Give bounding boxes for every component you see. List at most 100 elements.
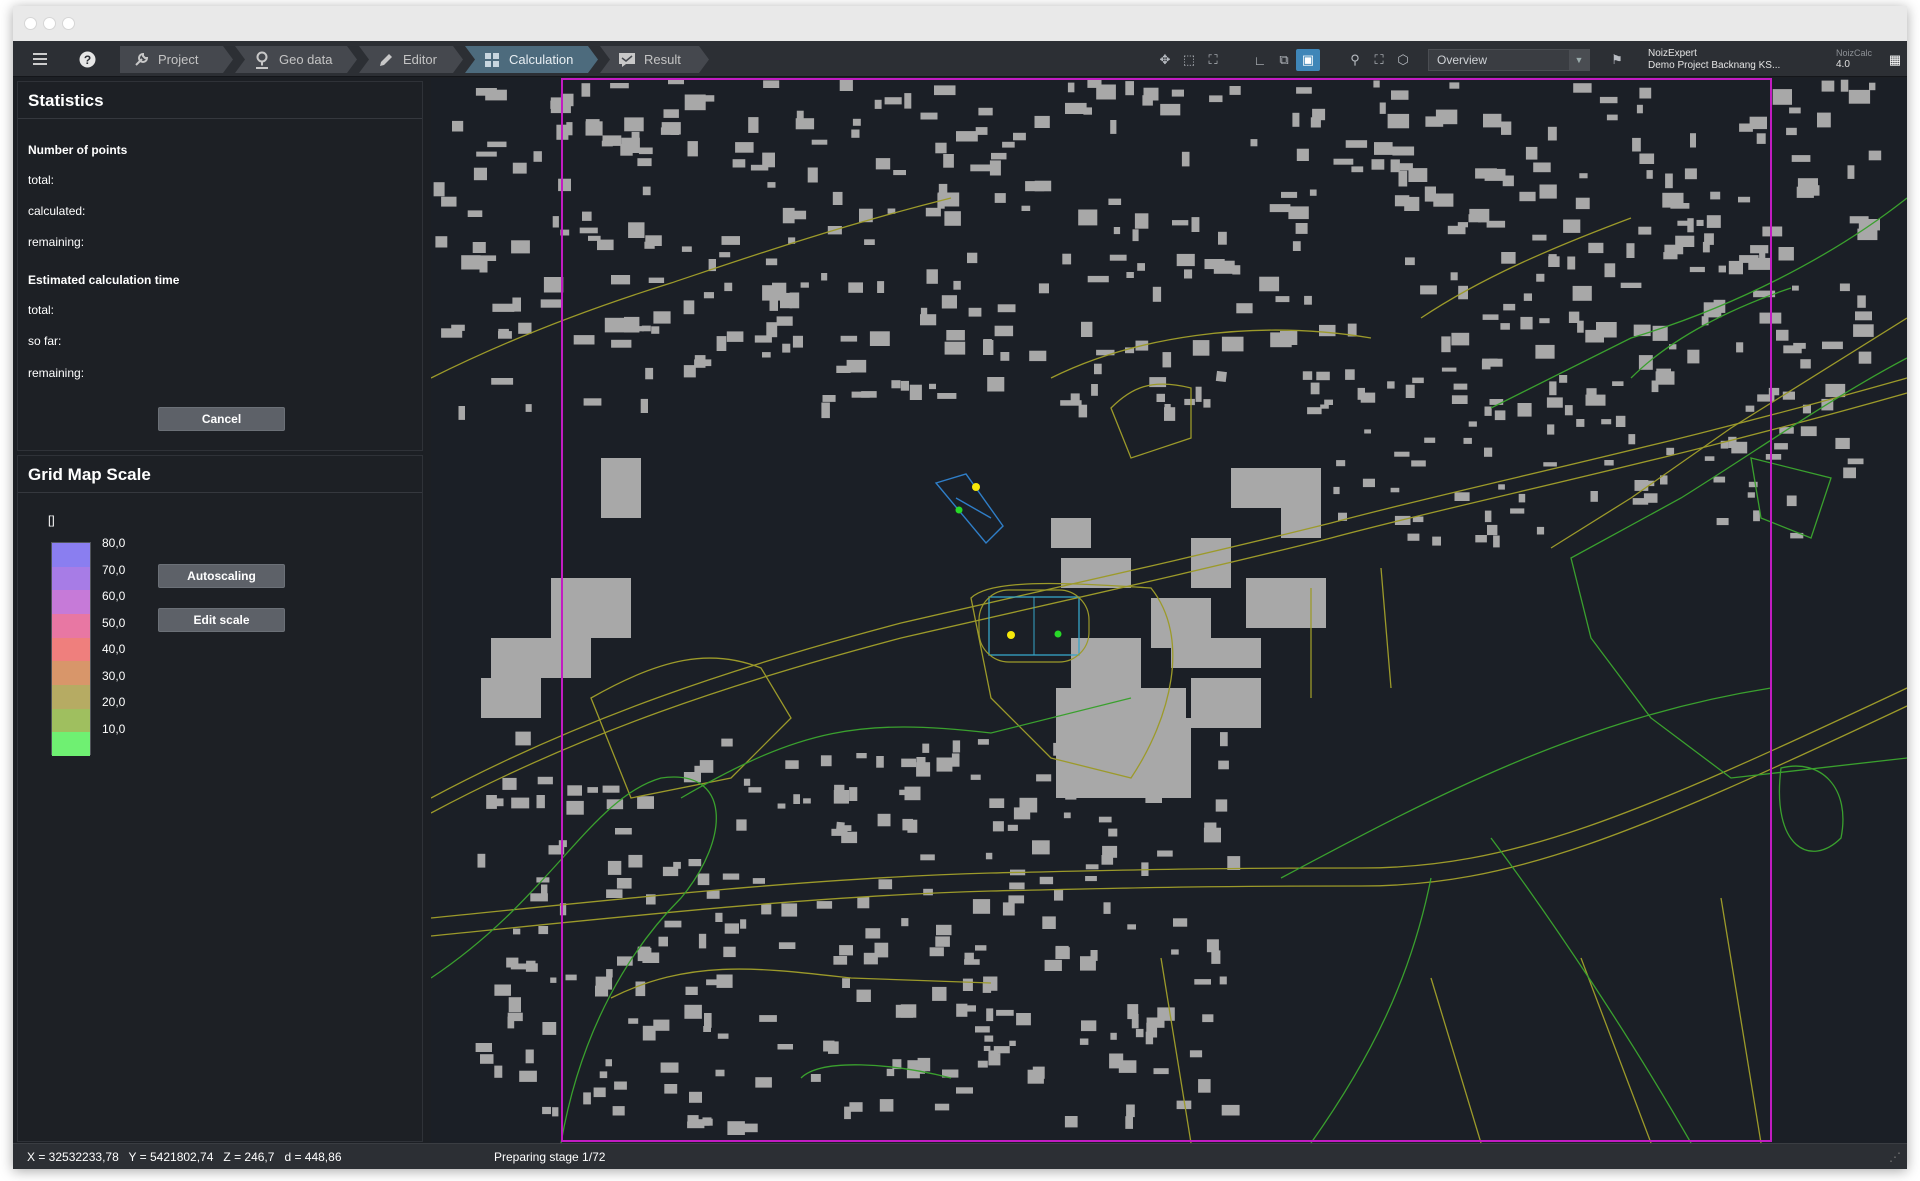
building-footprint bbox=[458, 406, 465, 420]
help-button[interactable]: ? bbox=[74, 45, 100, 73]
building-footprint bbox=[1374, 142, 1393, 155]
building-footprint bbox=[697, 873, 710, 886]
building-footprint bbox=[832, 191, 843, 205]
building-footprint bbox=[579, 227, 598, 234]
building-footprint bbox=[610, 83, 629, 89]
points-total-label: total: bbox=[28, 173, 55, 187]
building-footprint bbox=[1638, 355, 1653, 370]
receiver-point[interactable] bbox=[1007, 631, 1015, 639]
tab-geo-data[interactable]: Geo data bbox=[235, 46, 357, 73]
building-footprint bbox=[684, 1004, 702, 1019]
tab-calculation-label: Calculation bbox=[509, 52, 574, 67]
building-footprint bbox=[1451, 332, 1470, 346]
cancel-button[interactable]: Cancel bbox=[158, 407, 285, 431]
building-footprint bbox=[1078, 404, 1088, 418]
building-footprint bbox=[1103, 902, 1111, 914]
tab-result[interactable]: Result bbox=[600, 46, 709, 73]
building-footprint bbox=[1296, 87, 1312, 94]
building-footprint bbox=[877, 813, 891, 827]
tab-project[interactable]: Project bbox=[120, 46, 233, 73]
building-footprint bbox=[1843, 467, 1856, 479]
building-footprint bbox=[1184, 269, 1193, 279]
layers-icon: ⧉ bbox=[1279, 52, 1289, 67]
map-canvas[interactable] bbox=[431, 78, 1907, 1143]
source-point[interactable] bbox=[1054, 630, 1062, 638]
building-footprint bbox=[785, 760, 799, 769]
building-footprint bbox=[1215, 799, 1228, 812]
question-circle-icon: ? bbox=[79, 51, 95, 67]
time-remaining-label: remaining: bbox=[28, 366, 85, 380]
edit-scale-button[interactable]: Edit scale bbox=[158, 608, 285, 632]
layers-button[interactable]: ⧉ bbox=[1272, 49, 1296, 71]
building-footprint bbox=[1762, 226, 1783, 237]
zoom-region-button[interactable]: ⛶ bbox=[1201, 49, 1225, 71]
building-footprint bbox=[1060, 400, 1082, 406]
building-footprint bbox=[1110, 1032, 1117, 1040]
hamburger-menu-button[interactable] bbox=[27, 45, 53, 73]
building-footprint bbox=[1855, 311, 1872, 321]
scale-unit: [] bbox=[48, 513, 55, 527]
building-footprint bbox=[1782, 391, 1795, 400]
grid-map-toggle[interactable]: ▣ bbox=[1296, 49, 1320, 71]
select-button[interactable]: ⬚ bbox=[1177, 49, 1201, 71]
building-footprint bbox=[723, 946, 736, 958]
3d-view-button[interactable]: ⬡ bbox=[1391, 49, 1415, 71]
scale-color-segment bbox=[52, 590, 90, 614]
view-select[interactable]: Overview ▼ bbox=[1428, 49, 1590, 71]
pan-button[interactable]: ✥ bbox=[1153, 49, 1177, 71]
layout-button[interactable]: ▦ bbox=[1883, 49, 1907, 71]
zoom-button[interactable]: ⚲ bbox=[1343, 49, 1367, 71]
building-footprint bbox=[1085, 876, 1097, 882]
source-point[interactable] bbox=[955, 506, 963, 514]
autoscaling-button[interactable]: Autoscaling bbox=[158, 564, 285, 588]
building-footprint bbox=[611, 275, 631, 285]
building-footprint bbox=[1191, 678, 1261, 728]
building-footprint bbox=[519, 1070, 537, 1082]
window-dot-1[interactable] bbox=[25, 18, 36, 29]
building-footprint bbox=[1759, 248, 1766, 263]
building-footprint bbox=[986, 1008, 994, 1022]
building-footprint bbox=[1044, 959, 1062, 971]
building-footprint bbox=[1164, 407, 1176, 421]
building-footprint bbox=[518, 322, 532, 334]
building-footprint bbox=[1304, 295, 1312, 305]
building-footprint bbox=[1817, 112, 1831, 128]
building-footprint bbox=[795, 118, 815, 130]
building-footprint bbox=[612, 1106, 625, 1116]
building-footprint bbox=[1869, 82, 1876, 91]
view-select-value: Overview bbox=[1437, 53, 1488, 67]
tab-calculation[interactable]: Calculation bbox=[465, 46, 598, 73]
flag-button[interactable]: ⚑ bbox=[1605, 49, 1629, 71]
axes-button[interactable]: ∟ bbox=[1248, 49, 1272, 71]
building-footprint bbox=[1008, 895, 1025, 904]
building-footprint bbox=[664, 920, 682, 928]
zoom-extent-button[interactable]: ⛶ bbox=[1367, 49, 1391, 71]
building-footprint bbox=[1064, 1116, 1078, 1128]
building-footprint bbox=[664, 1084, 678, 1094]
building-footprint bbox=[1774, 443, 1788, 450]
building-footprint bbox=[513, 928, 521, 935]
building-footprint bbox=[1738, 196, 1751, 203]
tab-editor[interactable]: Editor bbox=[359, 46, 463, 73]
window-dot-3[interactable] bbox=[63, 18, 74, 29]
building-footprint bbox=[1835, 437, 1850, 449]
building-footprint bbox=[1839, 283, 1850, 292]
resize-grip-icon[interactable]: ⋰ bbox=[1889, 1150, 1901, 1164]
scale-label: 50,0 bbox=[102, 615, 126, 630]
building-footprint bbox=[694, 765, 703, 773]
building-footprint bbox=[1157, 1007, 1175, 1021]
building-footprint bbox=[687, 141, 698, 157]
receiver-point[interactable] bbox=[972, 483, 980, 491]
window-dot-2[interactable] bbox=[44, 18, 55, 29]
building-footprint bbox=[558, 178, 571, 192]
road-lines bbox=[431, 197, 1907, 1143]
scale-color-segment bbox=[52, 613, 90, 638]
building-footprint bbox=[1051, 518, 1091, 548]
building-footprint bbox=[877, 281, 885, 293]
building-footprint bbox=[1451, 395, 1468, 404]
building-footprint bbox=[721, 738, 733, 747]
building-footprint bbox=[487, 141, 507, 148]
building-footprint bbox=[1009, 882, 1025, 890]
building-footprint bbox=[1796, 186, 1814, 198]
building-footprint bbox=[1696, 219, 1704, 226]
